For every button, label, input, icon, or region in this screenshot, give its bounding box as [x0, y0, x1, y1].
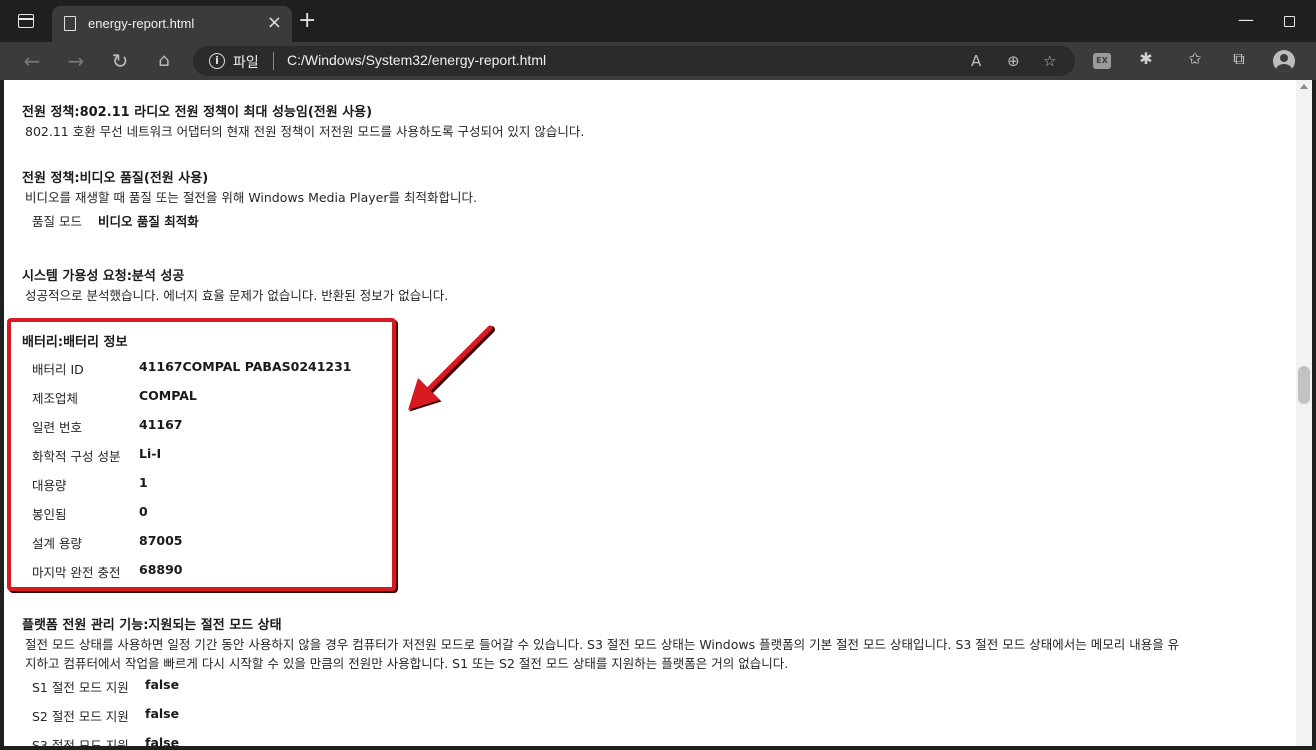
section-title: 전원 정책:비디오 품질(전원 사용): [22, 171, 209, 186]
new-tab-button[interactable]: +: [298, 10, 316, 32]
info-icon[interactable]: i: [209, 53, 225, 69]
address-bar[interactable]: i 파일 C:/Windows/System32/energy-report.h…: [193, 46, 1075, 76]
section-title: 시스템 가용성 요청:분석 성공: [22, 269, 185, 284]
back-icon[interactable]: ←: [19, 48, 45, 74]
row-label: S1 절전 모드 지원: [32, 680, 129, 695]
maximize-icon[interactable]: [1284, 16, 1295, 27]
collections-icon[interactable]: ⧉: [1228, 48, 1250, 70]
zoom-icon[interactable]: ⊕: [1007, 51, 1020, 71]
section-desc: 절전 모드 상태를 사용하면 일정 기간 동안 사용하지 않을 경우 컴퓨터가 …: [25, 637, 1180, 652]
refresh-icon[interactable]: ↻: [107, 48, 133, 74]
document-icon: [64, 16, 76, 31]
row-label: S2 절전 모드 지원: [32, 709, 129, 724]
section-desc: 지하고 컴퓨터에서 작업을 빠르게 다시 시작할 수 있을 만큼의 전원만 사용…: [25, 656, 789, 671]
section-desc: 비디오를 재생할 때 품질 또는 절전을 위해 Windows Media Pl…: [25, 190, 477, 205]
profile-avatar-icon[interactable]: [1273, 50, 1295, 72]
section-title: 플랫폼 전원 관리 기능:지원되는 절전 모드 상태: [22, 618, 282, 633]
read-aloud-icon[interactable]: A: [971, 51, 981, 71]
minimize-icon[interactable]: —: [1238, 10, 1254, 30]
section-title: 전원 정책:802.11 라디오 전원 정책이 최대 성능임(전원 사용): [22, 105, 373, 120]
highlight-box: [7, 318, 396, 591]
forward-icon[interactable]: →: [63, 48, 89, 74]
page-content: 전원 정책:802.11 라디오 전원 정책이 최대 성능임(전원 사용) 80…: [4, 80, 1296, 746]
close-tab-icon[interactable]: ×: [267, 13, 282, 33]
url-text[interactable]: C:/Windows/System32/energy-report.html: [287, 52, 546, 68]
title-bar: energy-report.html × + —: [0, 0, 1316, 42]
scroll-up-icon[interactable]: [1300, 84, 1308, 89]
row-label: 품질 모드: [32, 214, 82, 229]
home-icon[interactable]: ⌂: [151, 48, 177, 74]
vertical-scrollbar[interactable]: [1296, 80, 1312, 746]
row-value: 비디오 품질 최적화: [98, 214, 199, 229]
section-desc: 성공적으로 분석했습니다. 에너지 효율 문제가 없습니다. 반환된 정보가 없…: [25, 288, 449, 303]
favorites-icon[interactable]: ✩: [1184, 48, 1206, 70]
scroll-thumb[interactable]: [1298, 366, 1310, 404]
tab-title: energy-report.html: [88, 16, 195, 31]
annotation-arrow-icon: [408, 325, 495, 412]
file-label: 파일: [233, 55, 259, 71]
row-value: false: [145, 706, 180, 721]
row-label: S3 절전 모드 지원: [32, 738, 129, 746]
extensions-puzzle-icon[interactable]: ✱: [1135, 48, 1157, 70]
add-favorite-icon[interactable]: ☆: [1043, 51, 1056, 71]
section-desc: 802.11 호환 무선 네트워크 어댑터의 현재 전원 정책이 저전원 모드를…: [25, 124, 585, 139]
window-frame: [1312, 80, 1316, 750]
row-value: false: [145, 677, 180, 692]
address-toolbar: ← → ↻ ⌂ i 파일 C:/Windows/System32/energy-…: [0, 42, 1316, 80]
divider: [273, 52, 274, 70]
row-value: false: [145, 735, 180, 746]
extension-box-icon[interactable]: EX: [1093, 53, 1111, 69]
window-menu-icon[interactable]: [18, 14, 34, 28]
tab-energy-report[interactable]: energy-report.html ×: [52, 6, 292, 42]
